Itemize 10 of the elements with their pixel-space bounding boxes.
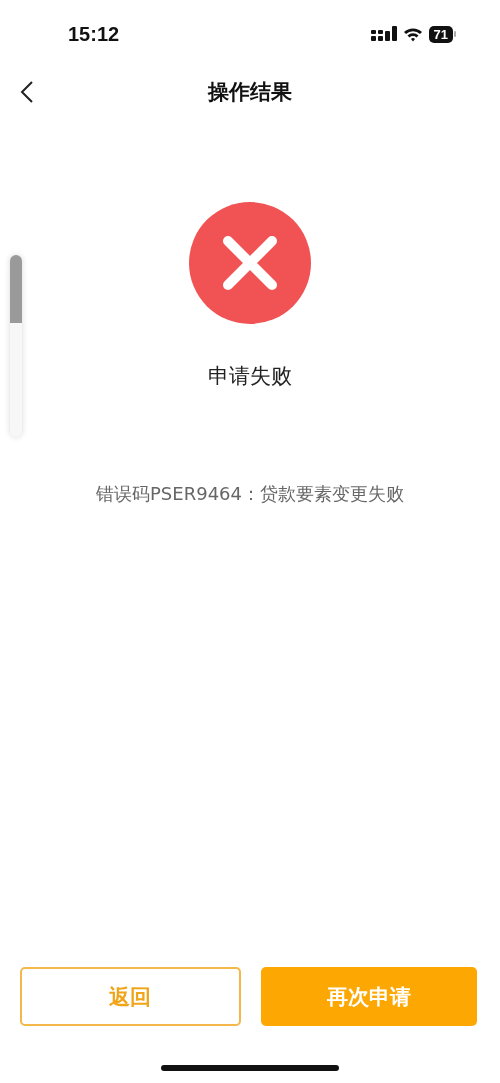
back-icon[interactable] (20, 80, 34, 104)
page-title: 操作结果 (208, 79, 292, 106)
signal-icon (370, 26, 397, 42)
result-title: 申请失败 (208, 363, 292, 390)
wifi-icon (402, 26, 423, 42)
retry-button[interactable]: 再次申请 (260, 967, 477, 1026)
battery-icon: 71 (428, 25, 456, 43)
back-button[interactable]: 返回 (20, 967, 241, 1026)
status-time: 15:12 (68, 22, 120, 46)
error-message: 错误码PSER9464：贷款要素变更失败 (96, 482, 404, 506)
